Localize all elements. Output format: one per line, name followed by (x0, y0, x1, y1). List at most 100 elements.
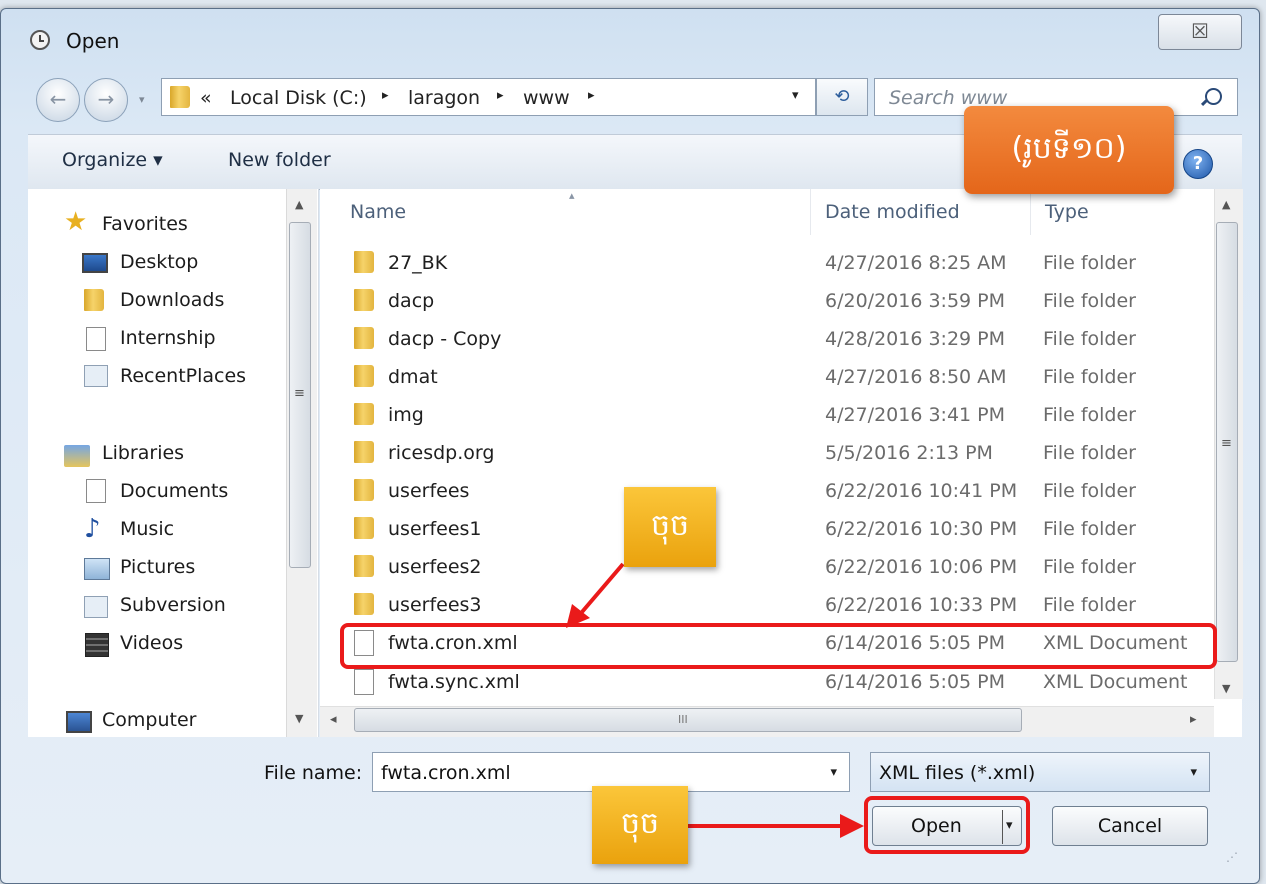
breadcrumb-overflow[interactable]: « (200, 87, 212, 109)
highlight-selected-file (340, 623, 1217, 669)
file-type: File folder (1043, 518, 1136, 540)
folder-icon (354, 593, 374, 615)
scroll-left-icon[interactable]: ◂ (330, 712, 337, 727)
file-row[interactable]: img 4/27/2016 3:41 PM File folder (320, 398, 1220, 434)
address-bar[interactable]: « Local Disk (C:) ▸ laragon ▸ www ▸ (161, 78, 816, 116)
refresh-icon: ⟲ (834, 86, 850, 107)
cancel-button-label: Cancel (1097, 815, 1163, 837)
file-name: userfees1 (388, 518, 482, 540)
file-name: userfees (388, 480, 470, 502)
file-row[interactable]: 27_BK 4/27/2016 8:25 AM File folder (320, 246, 1220, 282)
sidebar-item-libraries[interactable]: Libraries (102, 442, 184, 464)
refresh-button[interactable]: ⟲ (816, 78, 868, 116)
new-folder-button[interactable]: New folder (228, 149, 331, 171)
file-type: File folder (1043, 290, 1136, 312)
sidebar-scroll-up-icon[interactable]: ▲ (295, 198, 303, 211)
file-date: 6/14/2016 5:05 PM (825, 671, 1006, 693)
file-type-select[interactable]: XML files (*.xml) ▾ (870, 752, 1210, 792)
sidebar-item-recent-places[interactable]: RecentPlaces (120, 365, 246, 387)
folder-icon (354, 555, 374, 577)
search-icon[interactable] (1205, 88, 1222, 105)
back-button[interactable]: ← (36, 78, 80, 122)
file-type: File folder (1043, 252, 1136, 274)
file-row[interactable]: dacp - Copy 4/28/2016 3:29 PM File folde… (320, 322, 1220, 358)
navigation-pane: ★ Favorites Desktop Downloads Internship… (28, 189, 319, 737)
column-header-date-modified[interactable]: Date modified (825, 201, 960, 223)
sidebar-item-favorites[interactable]: Favorites (102, 213, 188, 235)
breadcrumb-laragon[interactable]: laragon (408, 87, 480, 109)
sidebar-item-computer[interactable]: Computer (102, 709, 196, 731)
breadcrumb-separator-icon[interactable]: ▸ (382, 88, 389, 103)
file-row[interactable]: fwta.sync.xml 6/14/2016 5:05 PM XML Docu… (320, 665, 1220, 701)
help-icon[interactable]: ? (1183, 149, 1213, 179)
folder-icon (354, 403, 374, 425)
file-date: 6/22/2016 10:41 PM (825, 480, 1018, 502)
breadcrumb-www[interactable]: www (523, 87, 570, 109)
breadcrumb-local-disk[interactable]: Local Disk (C:) (230, 87, 367, 109)
file-row[interactable]: dacp 6/20/2016 3:59 PM File folder (320, 284, 1220, 320)
file-name: ricesdp.org (388, 442, 495, 464)
downloads-folder-icon (84, 289, 104, 311)
videos-film-icon (85, 633, 109, 657)
sidebar-item-downloads[interactable]: Downloads (120, 289, 224, 311)
file-row[interactable]: userfees 6/22/2016 10:41 PM File folder (320, 474, 1220, 510)
column-header-type[interactable]: Type (1045, 201, 1089, 223)
file-date: 4/27/2016 8:50 AM (825, 366, 1007, 388)
folder-icon (354, 479, 374, 501)
breadcrumb-separator-icon[interactable]: ▸ (497, 88, 504, 103)
file-type-dropdown-icon: ▾ (1190, 765, 1197, 780)
file-date: 4/28/2016 3:29 PM (825, 328, 1006, 350)
sidebar-scroll-down-icon[interactable]: ▼ (295, 712, 303, 725)
file-list-scroll-up-icon[interactable]: ▲ (1222, 198, 1230, 211)
close-button[interactable]: ☒ (1158, 14, 1242, 50)
horizontal-scroll-thumb[interactable] (354, 708, 1022, 732)
file-name-dropdown-icon[interactable]: ▾ (830, 765, 837, 780)
open-dialog-icon (30, 30, 50, 50)
forward-button[interactable]: → (84, 78, 128, 122)
computer-icon (66, 711, 92, 733)
window-title: Open (66, 29, 120, 53)
favorites-star-icon: ★ (64, 207, 88, 237)
file-list-scroll-down-icon[interactable]: ▼ (1222, 682, 1230, 695)
libraries-icon (64, 445, 90, 467)
close-icon: ☒ (1191, 19, 1209, 43)
file-type: File folder (1043, 328, 1136, 350)
scroll-right-icon[interactable]: ▸ (1190, 712, 1197, 727)
sidebar-item-music[interactable]: Music (120, 518, 174, 540)
organize-menu-button[interactable]: Organize ▾ (62, 149, 163, 171)
documents-icon (86, 479, 106, 503)
column-divider[interactable] (1030, 189, 1031, 235)
file-name: img (388, 404, 424, 426)
file-list-scroll-grip-icon: ≡ (1221, 436, 1232, 451)
sidebar-item-pictures[interactable]: Pictures (120, 556, 195, 578)
column-header-name[interactable]: Name (350, 201, 406, 223)
file-row[interactable]: userfees2 6/22/2016 10:06 PM File folder (320, 550, 1220, 586)
subversion-icon (84, 596, 108, 618)
folder-icon (354, 441, 374, 463)
sidebar-item-documents[interactable]: Documents (120, 480, 228, 502)
column-divider[interactable] (810, 189, 811, 235)
address-dropdown-icon[interactable]: ▾ (792, 88, 799, 103)
recent-pages-dropdown-icon[interactable]: ▾ (139, 93, 145, 106)
file-type-value: XML files (*.xml) (879, 762, 1036, 784)
desktop-icon (82, 253, 108, 273)
resize-grip-icon[interactable]: ⋰ (1226, 850, 1238, 864)
file-row[interactable]: userfees3 6/22/2016 10:33 PM File folder (320, 588, 1220, 624)
sidebar-item-desktop[interactable]: Desktop (120, 251, 198, 273)
file-date: 6/20/2016 3:59 PM (825, 290, 1006, 312)
file-type: File folder (1043, 556, 1136, 578)
file-date: 6/22/2016 10:06 PM (825, 556, 1018, 578)
breadcrumb-separator-icon[interactable]: ▸ (588, 88, 595, 103)
file-row[interactable]: dmat 4/27/2016 8:50 AM File folder (320, 360, 1220, 396)
file-row[interactable]: userfees1 6/22/2016 10:30 PM File folder (320, 512, 1220, 548)
file-name-value: fwta.cron.xml (381, 762, 511, 784)
folder-icon (354, 289, 374, 311)
cancel-button[interactable]: Cancel (1052, 806, 1208, 846)
sidebar-item-subversion[interactable]: Subversion (120, 594, 226, 616)
highlight-open-button (864, 796, 1030, 854)
back-arrow-icon: ← (49, 87, 67, 111)
sidebar-item-internship[interactable]: Internship (120, 327, 216, 349)
file-row[interactable]: ricesdp.org 5/5/2016 2:13 PM File folder (320, 436, 1220, 472)
file-name: 27_BK (388, 252, 448, 274)
sidebar-item-videos[interactable]: Videos (120, 632, 183, 654)
